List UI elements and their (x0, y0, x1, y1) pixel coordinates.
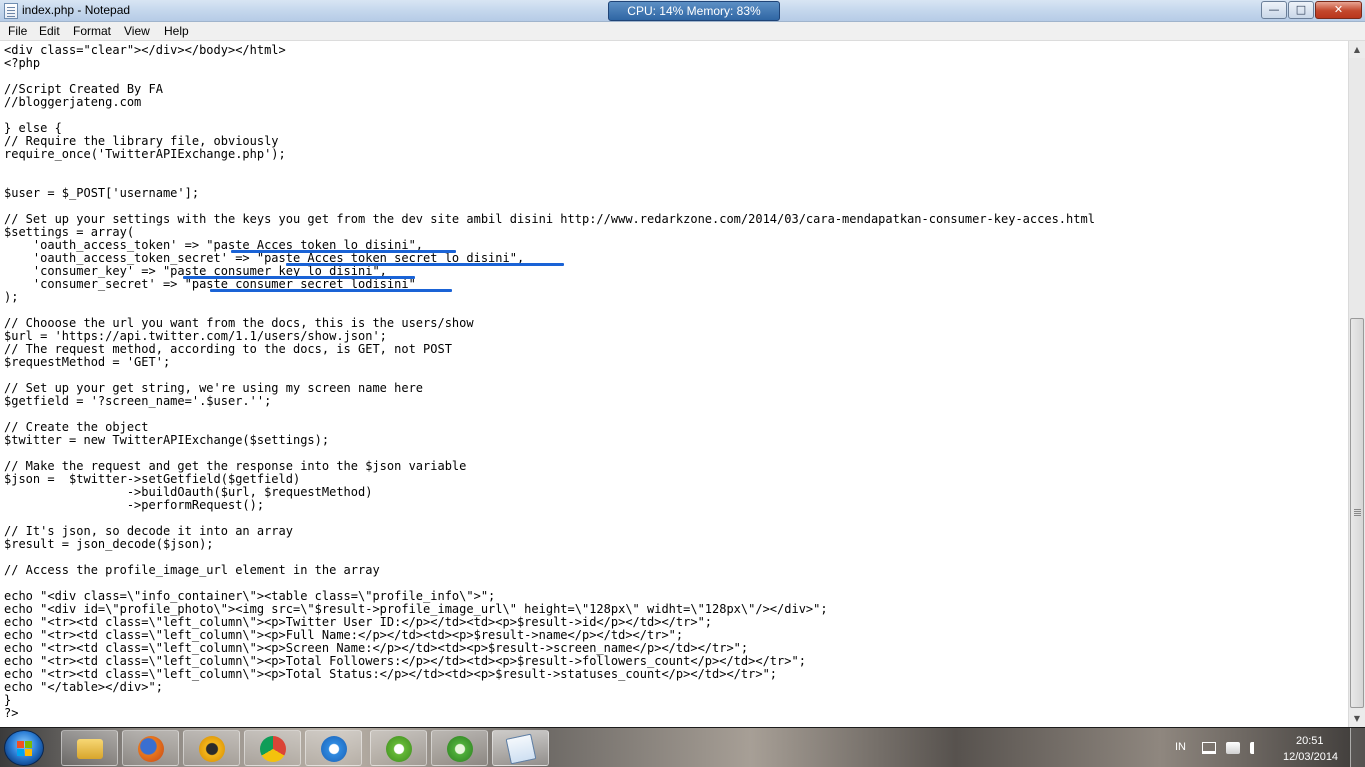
annotation-underline (183, 276, 415, 279)
code-line[interactable]: 'consumer_secret' => "paste consumer sec… (4, 278, 1095, 291)
windows-explorer-icon (77, 739, 103, 759)
taskbar-downloader[interactable] (431, 730, 488, 766)
close-button[interactable]: ✕ (1315, 1, 1362, 19)
code-line[interactable]: $twitter = new TwitterAPIExchange($setti… (4, 434, 1095, 447)
code-line[interactable]: require_once('TwitterAPIExchange.php'); (4, 148, 1095, 161)
notepad-icon (4, 3, 18, 19)
code-line[interactable]: $getfield = '?screen_name='.$user.''; (4, 395, 1095, 408)
grip-icon (1354, 509, 1361, 510)
code-line[interactable]: <div class="clear"></div></body></html> (4, 44, 1095, 57)
code-line[interactable]: // Access the profile_image_url element … (4, 564, 1095, 577)
annotation-underline (210, 289, 452, 292)
action-center-icon[interactable] (1202, 742, 1216, 754)
maximize-button[interactable]: □ (1288, 1, 1314, 19)
code-line[interactable]: //Script Created By FA (4, 83, 1095, 96)
taskbar-notepad[interactable] (492, 730, 549, 766)
downloader-icon (447, 736, 473, 762)
cpu-memory-gadget[interactable]: CPU: 14% Memory: 83% (608, 1, 780, 21)
taskbar-utorrent[interactable] (370, 730, 427, 766)
code-line[interactable]: <?php (4, 57, 1095, 70)
minimize-button[interactable]: — (1261, 1, 1287, 19)
code-text[interactable]: <div class="clear"></div></body></html> <… (4, 44, 1095, 720)
menu-view[interactable]: View (124, 24, 150, 38)
vlc-icon (199, 736, 225, 762)
annotation-underline (231, 250, 456, 253)
scrollbar-thumb[interactable] (1350, 318, 1364, 708)
annotation-underline (286, 263, 564, 266)
code-line[interactable] (4, 109, 1095, 122)
taskbar-chrome[interactable] (244, 730, 301, 766)
code-line[interactable]: $result = json_decode($json); (4, 538, 1095, 551)
code-line[interactable]: //bloggerjateng.com (4, 96, 1095, 109)
clock-time[interactable]: 20:51 (1296, 735, 1324, 747)
windows-logo-icon (17, 741, 33, 757)
title-bar: index.php - Notepad CPU: 14% Memory: 83%… (0, 0, 1365, 22)
code-line[interactable]: $requestMethod = 'GET'; (4, 356, 1095, 369)
taskbar-vlc[interactable] (183, 730, 240, 766)
code-line[interactable]: echo "</table></div>"; (4, 681, 1095, 694)
code-line[interactable]: } (4, 694, 1095, 707)
code-line[interactable]: ); (4, 291, 1095, 304)
code-line[interactable]: echo "<tr><td class=\"left_column\"><p>T… (4, 668, 1095, 681)
firefox-icon (138, 736, 164, 762)
menu-edit[interactable]: Edit (39, 24, 60, 38)
scroll-down-icon[interactable]: ▼ (1349, 710, 1365, 727)
menu-format[interactable]: Format (73, 24, 111, 38)
menu-help[interactable]: Help (164, 24, 189, 38)
taskbar: IN 20:51 12/03/2014 (0, 727, 1365, 767)
taskbar-safari[interactable] (305, 730, 362, 766)
volume-icon[interactable] (1250, 742, 1264, 754)
code-line[interactable]: ?> (4, 707, 1095, 720)
scroll-up-icon[interactable]: ▲ (1349, 41, 1365, 58)
chrome-icon (260, 736, 286, 762)
language-indicator[interactable]: IN (1175, 741, 1186, 753)
notepad-icon (505, 733, 537, 765)
taskbar-explorer[interactable] (61, 730, 118, 766)
show-desktop-button[interactable] (1350, 728, 1365, 767)
vertical-scrollbar[interactable]: ▲ ▼ (1348, 41, 1365, 727)
network-icon[interactable] (1226, 742, 1240, 754)
code-line[interactable]: ->performRequest(); (4, 499, 1095, 512)
code-line[interactable] (4, 161, 1095, 174)
code-line[interactable] (4, 70, 1095, 83)
code-line[interactable]: // Set up your settings with the keys yo… (4, 213, 1095, 226)
start-button[interactable] (4, 730, 44, 766)
menu-file[interactable]: File (8, 24, 27, 38)
clock-date[interactable]: 12/03/2014 (1283, 751, 1338, 763)
menu-bar: File Edit Format View Help (0, 22, 1365, 41)
window-title: index.php - Notepad (22, 3, 131, 17)
safari-icon (321, 736, 347, 762)
code-line[interactable]: $user = $_POST['username']; (4, 187, 1095, 200)
code-line[interactable] (4, 408, 1095, 421)
text-editor[interactable]: <div class="clear"></div></body></html> <… (0, 41, 1348, 727)
utorrent-icon (386, 736, 412, 762)
taskbar-firefox[interactable] (122, 730, 179, 766)
